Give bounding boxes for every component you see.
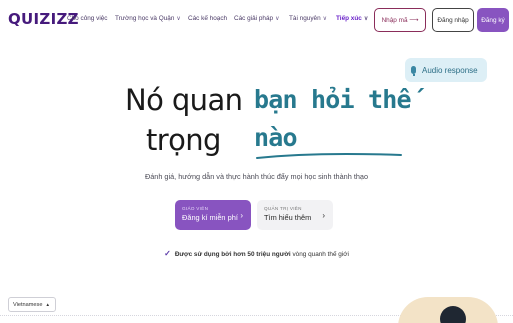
headline-underline-decoration <box>256 153 402 159</box>
hero-subtitle: Đánh giá, hướng dẫn và thực hành thúc đẩ… <box>144 172 369 181</box>
audio-response-badge: Audio response <box>405 58 487 82</box>
nav-schools-districts[interactable]: Trường học và Quận ∨ <box>115 15 181 22</box>
nav-schools-districts-label: Trường học và Quận <box>115 15 175 22</box>
chevron-right-icon: › <box>322 211 325 220</box>
teacher-signup-button[interactable]: GIÁO VIÊN Đăng kí miễn phí › <box>175 200 251 230</box>
microphone-icon <box>411 66 416 76</box>
nav-plans[interactable]: Các kế hoạch <box>188 15 227 22</box>
language-selector[interactable]: Vietnamese ▲ <box>8 297 56 312</box>
chevron-right-icon: › <box>240 211 243 220</box>
trust-suffix: vòng quanh thế giới <box>290 251 349 258</box>
headline-right-line-2: nào <box>254 123 298 152</box>
chevron-down-icon: ∨ <box>322 16 328 22</box>
trust-statement: ✓ Được sử dụng bởi hơn 50 triệu người vòn… <box>0 249 513 258</box>
checkmark-icon: ✓ <box>164 249 171 258</box>
nav-solutions[interactable]: Các giải pháp ∨ <box>234 15 280 22</box>
headline-left-line-2: trọng <box>146 123 221 157</box>
login-button[interactable]: Đăng nhập <box>432 8 474 32</box>
nav-for-work-label: Cho công việc <box>67 15 108 22</box>
chevron-down-icon: ∨ <box>275 16 280 22</box>
nav-solutions-label: Các giải pháp <box>234 15 274 22</box>
trust-prefix: Được sử dụng bởi hơn 50 triệu người <box>174 251 291 258</box>
enter-code-button[interactable]: Nhập mã ⟶ <box>374 8 426 32</box>
nav-resources-label: Tài nguyên <box>289 15 321 22</box>
headline-right-line-1: bạn hỏi thế <box>254 85 412 114</box>
nav-contact[interactable]: Tiếp xúc ∨ <box>336 15 368 22</box>
admin-learn-more-button[interactable]: QUẢN TRỊ VIÊN Tìm hiểu thêm › <box>257 200 333 230</box>
nav-for-work[interactable]: Cho công việc <box>67 15 108 22</box>
chevron-down-icon: ∨ <box>176 16 181 22</box>
nav-contact-label: Tiếp xúc <box>336 15 362 22</box>
nav-plans-label: Các kế hoạch <box>188 15 228 22</box>
audio-response-label: Audio response <box>422 65 478 75</box>
caret-up-icon: ▲ <box>45 302 50 307</box>
chevron-down-icon: ∨ <box>363 16 369 22</box>
nav-resources[interactable]: Tài nguyên ∨ <box>289 15 327 22</box>
headline-left-line-1: Nó quan <box>125 83 243 117</box>
signup-button[interactable]: Đăng ký <box>477 8 509 32</box>
top-nav: QUIZIZZ Cho công việc Trường học và Quận… <box>0 0 513 40</box>
language-label: Vietnamese <box>13 301 43 308</box>
